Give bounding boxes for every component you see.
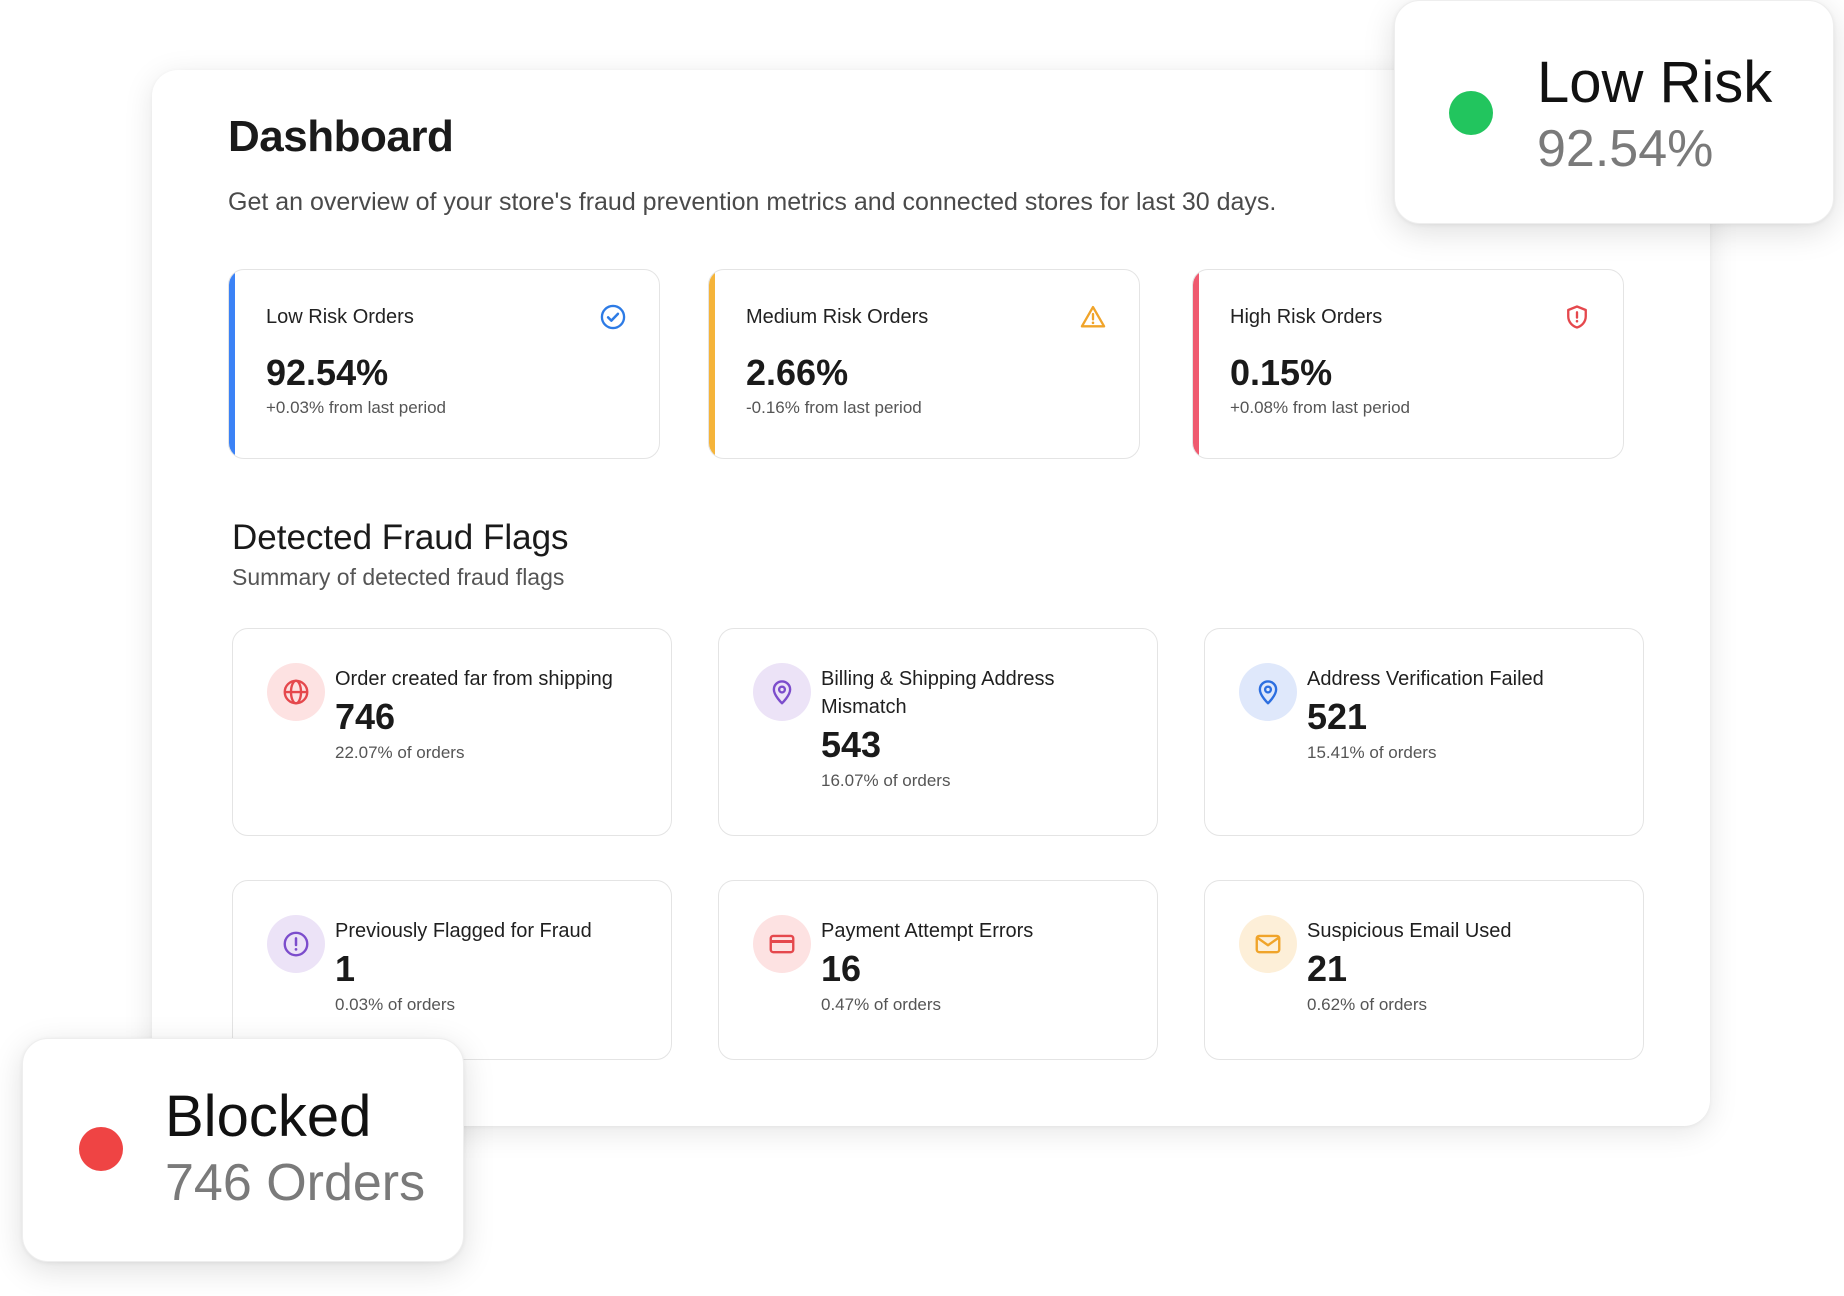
callout-value: 746 Orders (165, 1154, 426, 1212)
shield-alert-icon (1567, 305, 1587, 329)
card-change: +0.08% from last period (1230, 398, 1411, 417)
card-label: Medium Risk Orders (746, 306, 929, 328)
credit-card-icon (769, 934, 795, 954)
flag-percent: 22.07% of orders (335, 743, 465, 762)
card-value: 92.54% (266, 352, 389, 393)
check-circle-icon (600, 304, 626, 330)
card-label: High Risk Orders (1230, 306, 1383, 328)
flag-title: Previously Flagged for Fraud (335, 920, 592, 942)
flag-card-suspicious-email[interactable]: Suspicious Email Used 21 0.62% of orders (1204, 880, 1644, 1060)
flag-percent: 0.47% of orders (821, 995, 942, 1014)
card-value: 2.66% (746, 352, 849, 393)
flag-icon-badge (1239, 915, 1297, 973)
low-risk-callout: Low Risk 92.54% (1394, 0, 1834, 224)
flag-card-far-from-shipping[interactable]: Order created far from shipping 746 22.0… (232, 628, 672, 836)
flag-title: Billing & Shipping Address Mismatch (821, 668, 1055, 718)
high-risk-card: High Risk Orders 0.15% +0.08% from last … (1192, 269, 1624, 459)
page-subtitle: Get an overview of your store's fraud pr… (228, 188, 1277, 216)
status-dot-red (79, 1127, 123, 1171)
globe-icon (283, 679, 309, 705)
flag-count: 746 (335, 696, 396, 737)
card-change: -0.16% from last period (746, 398, 922, 417)
flag-count: 543 (821, 724, 882, 765)
blocked-callout: Blocked 746 Orders (22, 1038, 464, 1262)
card-value: 0.15% (1230, 352, 1333, 393)
flag-card-address-mismatch[interactable]: Billing & Shipping Address Mismatch 543 … (718, 628, 1158, 836)
card-change: +0.03% from last period (266, 398, 447, 417)
flag-card-address-verification[interactable]: Address Verification Failed 521 15.41% o… (1204, 628, 1644, 836)
flag-count: 521 (1307, 696, 1368, 737)
fraud-flags-subtitle: Summary of detected fraud flags (232, 564, 565, 590)
map-pin-icon (1258, 680, 1278, 705)
flag-count: 16 (821, 948, 862, 989)
flag-icon-badge (267, 663, 325, 721)
flag-card-payment-errors[interactable]: Payment Attempt Errors 16 0.47% of order… (718, 880, 1158, 1060)
flag-count: 1 (335, 948, 356, 989)
flag-percent: 0.03% of orders (335, 995, 456, 1014)
flag-title: Order created far from shipping (335, 668, 613, 690)
medium-risk-card: Medium Risk Orders 2.66% -0.16% from las… (708, 269, 1140, 459)
flag-icon-badge (753, 915, 811, 973)
mail-icon (1255, 934, 1281, 954)
card-label: Low Risk Orders (266, 306, 414, 328)
flag-percent: 16.07% of orders (821, 771, 951, 790)
flag-title: Address Verification Failed (1307, 668, 1544, 690)
map-pin-icon (772, 680, 792, 705)
flag-count: 21 (1307, 948, 1348, 989)
callout-value: 92.54% (1537, 120, 1714, 178)
flag-percent: 0.62% of orders (1307, 995, 1428, 1014)
flag-icon-badge (753, 663, 811, 721)
card-accent-bar (709, 270, 715, 458)
status-dot-green (1449, 91, 1493, 135)
page-title: Dashboard (228, 112, 454, 161)
low-risk-card: Low Risk Orders 92.54% +0.03% from last … (228, 269, 660, 459)
callout-title: Blocked (165, 1084, 372, 1149)
flag-icon-badge (1239, 663, 1297, 721)
flag-icon-badge (267, 915, 325, 973)
flag-card-previously-flagged[interactable]: Previously Flagged for Fraud 1 0.03% of … (232, 880, 672, 1060)
alert-circle-icon (283, 931, 309, 957)
flag-title: Suspicious Email Used (1307, 920, 1512, 942)
card-accent-bar (1193, 270, 1199, 458)
flag-title: Payment Attempt Errors (821, 920, 1034, 942)
warning-triangle-icon (1080, 305, 1106, 328)
callout-title: Low Risk (1537, 50, 1773, 115)
flag-percent: 15.41% of orders (1307, 743, 1437, 762)
card-accent-bar (229, 270, 235, 458)
fraud-flags-title: Detected Fraud Flags (232, 518, 569, 557)
